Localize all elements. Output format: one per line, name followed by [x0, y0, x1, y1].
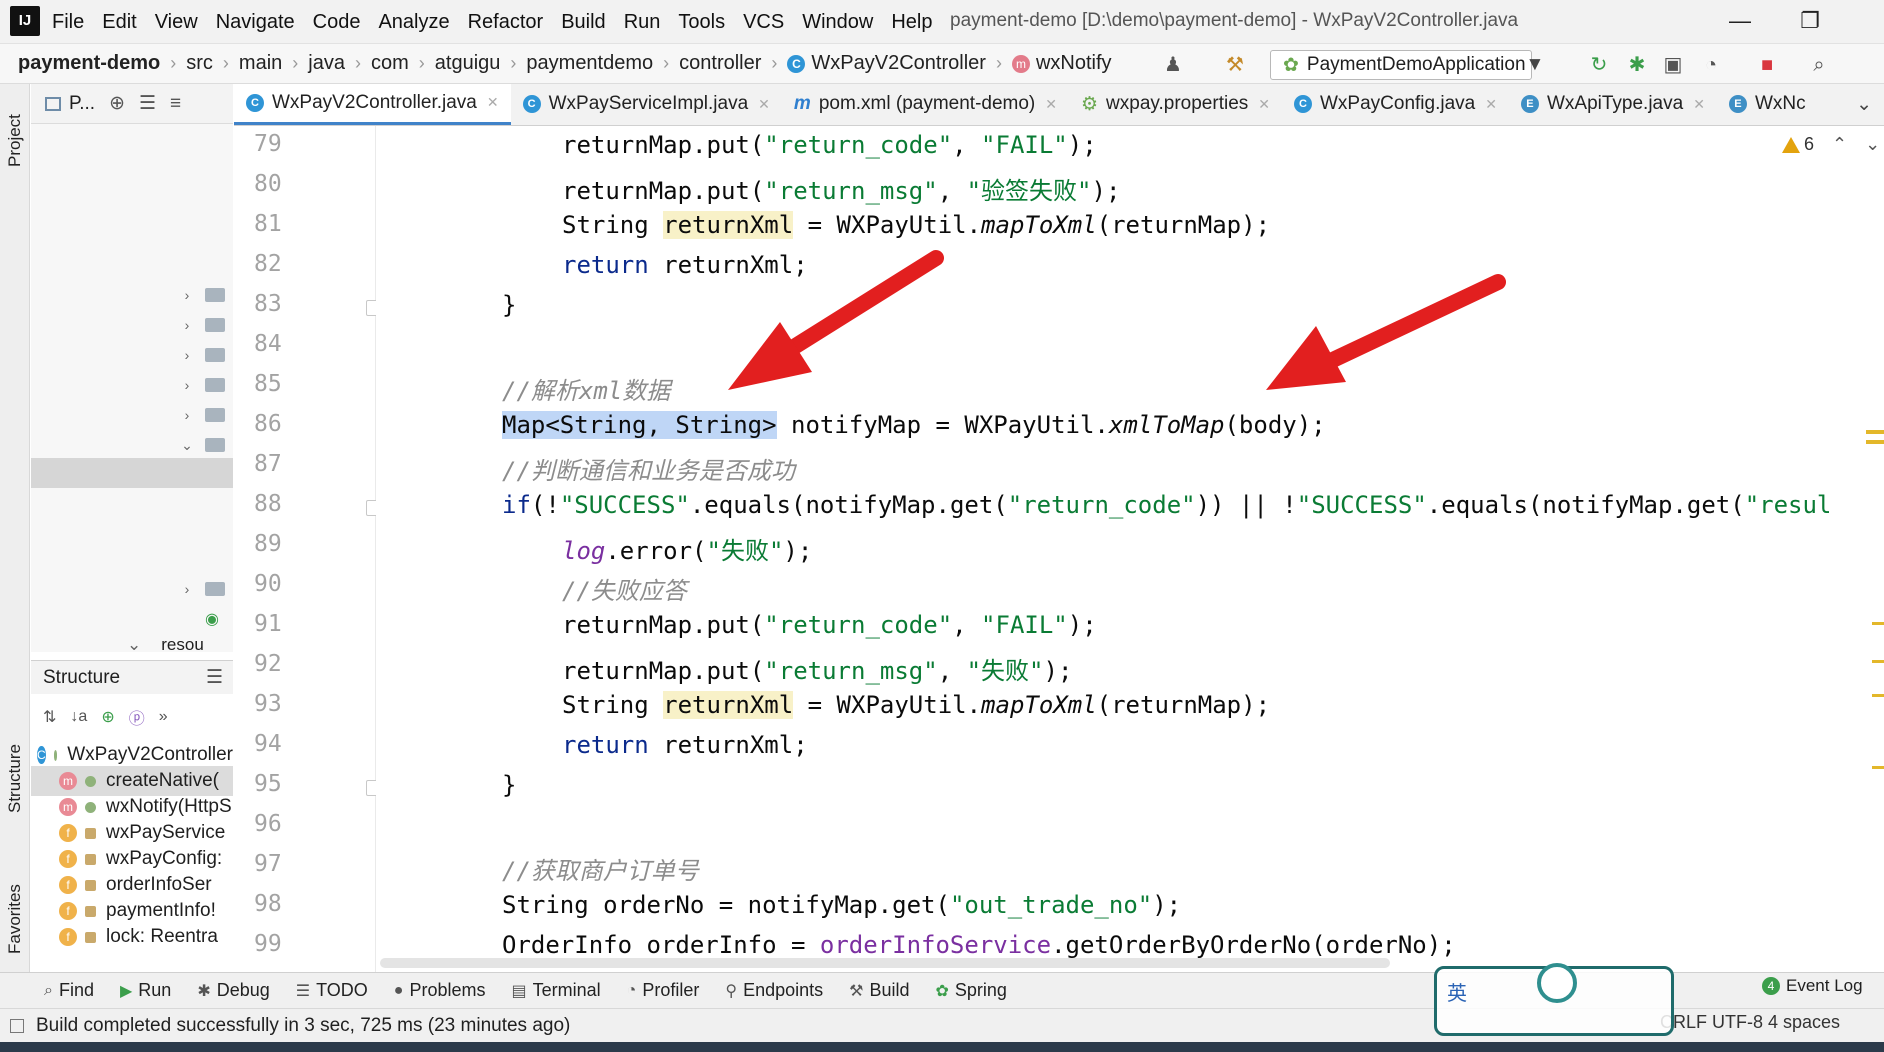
run-tool-button[interactable]: ▶ Run [120, 980, 171, 1001]
todo-icon: ☰ [295, 982, 311, 1000]
status-toggle-icon[interactable] [10, 1018, 24, 1033]
find-label: Find [58, 980, 94, 1000]
spring-label: Spring [954, 980, 1007, 1000]
todo-tool-button[interactable]: ☰ TODO [296, 980, 368, 1001]
build-label: Build [869, 980, 910, 1000]
os-taskbar [0, 1042, 1884, 1052]
profiler-icon: ◔ [626, 981, 637, 999]
todo-label: TODO [316, 980, 368, 1000]
build-tool-button[interactable]: ⚒ Build [849, 980, 909, 1001]
debug-tool-button[interactable]: ✱ Debug [197, 980, 269, 1001]
event-log-button[interactable]: 4 Event Log [1762, 976, 1863, 996]
problems-icon: ● [393, 981, 404, 999]
debug-label: Debug [216, 980, 270, 1000]
red-arrow-left [728, 250, 944, 390]
find-tool-button[interactable]: ⌕ Find [44, 980, 94, 1001]
endpoints-tool-button[interactable]: ⚲ Endpoints [725, 980, 823, 1001]
ime-language-icon: 英 [1447, 983, 1467, 1005]
profiler-tool-button[interactable]: ◔ Profiler [627, 980, 700, 1001]
ime-toolbar-overlay: 英 [1434, 963, 1674, 1036]
status-message: Build completed successfully in 3 sec, 7… [36, 1014, 571, 1036]
endpoints-label: Endpoints [743, 980, 824, 1000]
run-icon: ▶ [119, 982, 133, 1000]
terminal-tool-button[interactable]: ▤ Terminal [512, 980, 601, 1001]
event-log-label: Event Log [1786, 976, 1863, 995]
terminal-icon: ▤ [511, 982, 527, 1000]
run-label: Run [138, 980, 172, 1000]
encoding-indicator[interactable]: CRLF UTF-8 4 spaces [1660, 1012, 1840, 1033]
terminal-label: Terminal [532, 980, 601, 1000]
search-icon: ⌕ [44, 981, 53, 999]
red-arrow-right [1266, 274, 1506, 390]
endpoints-icon: ⚲ [725, 982, 738, 1000]
event-count-badge: 4 [1762, 977, 1780, 995]
profiler-label: Profiler [642, 980, 700, 1000]
spring-icon: ✿ [935, 982, 949, 1000]
annotation-arrows [728, 250, 1506, 390]
build-hammer-icon: ⚒ [849, 982, 864, 1000]
ime-logo-icon [1537, 963, 1577, 1003]
problems-tool-button[interactable]: ● Problems [394, 980, 486, 1001]
debug-icon: ✱ [197, 982, 211, 1000]
problems-label: Problems [409, 980, 486, 1000]
spring-tool-button[interactable]: ✿ Spring [936, 980, 1007, 1001]
